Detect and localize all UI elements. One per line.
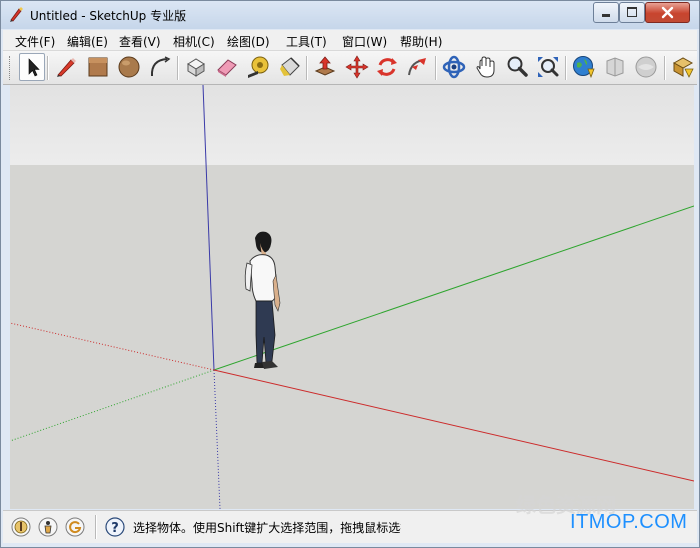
menu-view[interactable]: 查看(V) bbox=[119, 33, 161, 50]
close-button[interactable] bbox=[645, 2, 690, 23]
circle-icon bbox=[118, 56, 140, 78]
menu-draw[interactable]: 绘图(D) bbox=[227, 33, 270, 50]
window-title: Untitled - SketchUp 专业版 bbox=[30, 9, 187, 23]
pan-icon bbox=[476, 56, 495, 78]
minimize-button[interactable] bbox=[593, 2, 619, 23]
close-icon bbox=[661, 6, 674, 19]
geo-location-icon bbox=[11, 517, 31, 537]
rotate-button[interactable] bbox=[374, 54, 400, 80]
select-tool-button[interactable] bbox=[19, 53, 45, 81]
arc-button[interactable] bbox=[146, 54, 172, 80]
orbit-icon bbox=[442, 55, 466, 79]
share-model-button[interactable] bbox=[602, 54, 628, 80]
minimize-icon bbox=[602, 14, 610, 17]
google-sign-in-icon bbox=[65, 517, 85, 537]
paint-bucket-icon bbox=[280, 57, 300, 76]
toolbar-separator bbox=[177, 56, 179, 80]
circle-button[interactable] bbox=[116, 54, 142, 80]
menu-bar: 文件(F) 编辑(E) 查看(V) 相机(C) 绘图(D) 工具(T) 窗口(W… bbox=[3, 30, 697, 51]
sketchup-window: Untitled - SketchUp 专业版 文件(F) 编辑(E) 查看(V… bbox=[0, 0, 700, 548]
pencil-line-icon bbox=[57, 58, 76, 77]
move-button[interactable] bbox=[344, 54, 370, 80]
model-canvas[interactable] bbox=[10, 85, 694, 509]
menu-file[interactable]: 文件(F) bbox=[15, 33, 55, 50]
instructor-help-button[interactable]: ? bbox=[105, 517, 125, 537]
toolbar-separator bbox=[435, 56, 437, 80]
eraser-button[interactable] bbox=[214, 54, 240, 80]
rectangle-icon bbox=[88, 57, 108, 77]
pan-button[interactable] bbox=[473, 54, 499, 80]
paint-bucket-button[interactable] bbox=[276, 54, 302, 80]
orbit-button[interactable] bbox=[441, 54, 467, 80]
eraser-icon bbox=[217, 59, 237, 77]
toolbar-separator bbox=[664, 56, 666, 80]
menu-camera[interactable]: 相机(C) bbox=[173, 33, 215, 50]
toolbar-separator bbox=[306, 56, 308, 80]
menu-tools[interactable]: 工具(T) bbox=[286, 33, 327, 50]
make-component-button[interactable] bbox=[183, 54, 209, 80]
toolbar-separator bbox=[565, 56, 567, 80]
get-models-icon bbox=[672, 57, 694, 78]
tape-measure-button[interactable] bbox=[245, 54, 271, 80]
zoom-extents-button[interactable] bbox=[535, 54, 561, 80]
3d-warehouse-button[interactable] bbox=[571, 54, 597, 80]
get-models-button[interactable] bbox=[670, 54, 696, 80]
watermark-text: ITMOP.COM bbox=[570, 511, 688, 533]
svg-text:?: ? bbox=[111, 521, 119, 536]
main-toolbar bbox=[3, 51, 697, 85]
toolbar-grip[interactable] bbox=[9, 56, 13, 80]
geo-location-button[interactable] bbox=[11, 517, 31, 537]
title-bar[interactable]: Untitled - SketchUp 专业版 bbox=[1, 1, 699, 29]
status-message: 选择物体。使用Shift键扩大选择范围，拖拽鼠标选择多项。 bbox=[133, 521, 401, 535]
google-earth-icon bbox=[635, 56, 657, 78]
move-icon bbox=[345, 55, 369, 79]
3d-warehouse-icon bbox=[573, 56, 595, 79]
credits-person-icon bbox=[38, 517, 58, 537]
zoom-icon bbox=[507, 56, 528, 77]
share-model-icon bbox=[606, 57, 624, 77]
push-pull-button[interactable] bbox=[312, 54, 338, 80]
make-component-icon bbox=[187, 58, 205, 77]
maximize-button[interactable] bbox=[619, 2, 645, 23]
sign-in-button[interactable] bbox=[65, 517, 85, 537]
toolbar-separator bbox=[47, 56, 49, 80]
arc-icon bbox=[150, 56, 171, 77]
google-earth-button[interactable] bbox=[633, 54, 659, 80]
sky bbox=[10, 85, 694, 165]
status-separator bbox=[95, 515, 97, 539]
select-tool-icon bbox=[28, 58, 40, 77]
follow-me-icon bbox=[408, 58, 426, 76]
rectangle-button[interactable] bbox=[85, 54, 111, 80]
menu-edit[interactable]: 编辑(E) bbox=[67, 33, 108, 50]
maximize-icon bbox=[627, 7, 637, 17]
push-pull-icon bbox=[314, 56, 336, 76]
pencil-line-button[interactable] bbox=[53, 54, 79, 80]
credits-button[interactable] bbox=[38, 517, 58, 537]
drawing-viewport[interactable] bbox=[10, 85, 694, 509]
menu-window[interactable]: 窗口(W) bbox=[342, 33, 387, 50]
rotate-icon bbox=[377, 58, 397, 76]
sketchup-app-icon bbox=[8, 6, 24, 23]
zoom-extents-icon bbox=[538, 57, 559, 77]
zoom-button[interactable] bbox=[504, 54, 530, 80]
follow-me-button[interactable] bbox=[405, 54, 431, 80]
menu-help[interactable]: 帮助(H) bbox=[400, 33, 442, 50]
help-question-icon: ? bbox=[105, 517, 125, 537]
tape-measure-icon bbox=[248, 56, 269, 78]
